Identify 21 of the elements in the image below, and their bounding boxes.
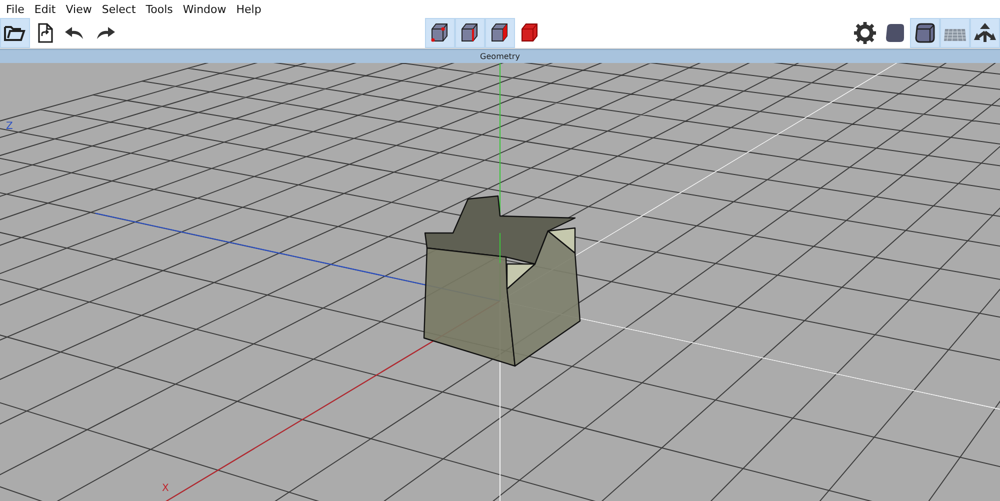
folder-button[interactable] [0, 18, 30, 48]
menu-item[interactable]: View [62, 2, 98, 16]
z-axis-label: Z [6, 121, 13, 132]
menu-item[interactable]: Tools [142, 2, 179, 16]
menu-item[interactable]: File [2, 2, 30, 16]
shaded-cube-icon [883, 21, 907, 45]
cube-face-button[interactable] [485, 18, 515, 48]
axes-icon [973, 21, 997, 45]
menu-item[interactable]: Edit [30, 2, 62, 16]
menu-item[interactable]: Window [178, 2, 232, 16]
menu-item[interactable]: Help [232, 2, 268, 16]
x-axis-label: X [162, 483, 169, 494]
axes-button[interactable] [970, 18, 1000, 48]
solid-model-drawing[interactable] [423, 195, 581, 367]
outlined-cube-button[interactable] [910, 18, 940, 48]
viewport-title: Geometry [480, 52, 520, 61]
menu-item[interactable]: Select [98, 2, 142, 16]
cube-vertex-button[interactable] [425, 18, 455, 48]
settings-icon [853, 21, 877, 45]
outlined-cube-icon [913, 21, 937, 45]
cube-edge-button[interactable] [455, 18, 485, 48]
